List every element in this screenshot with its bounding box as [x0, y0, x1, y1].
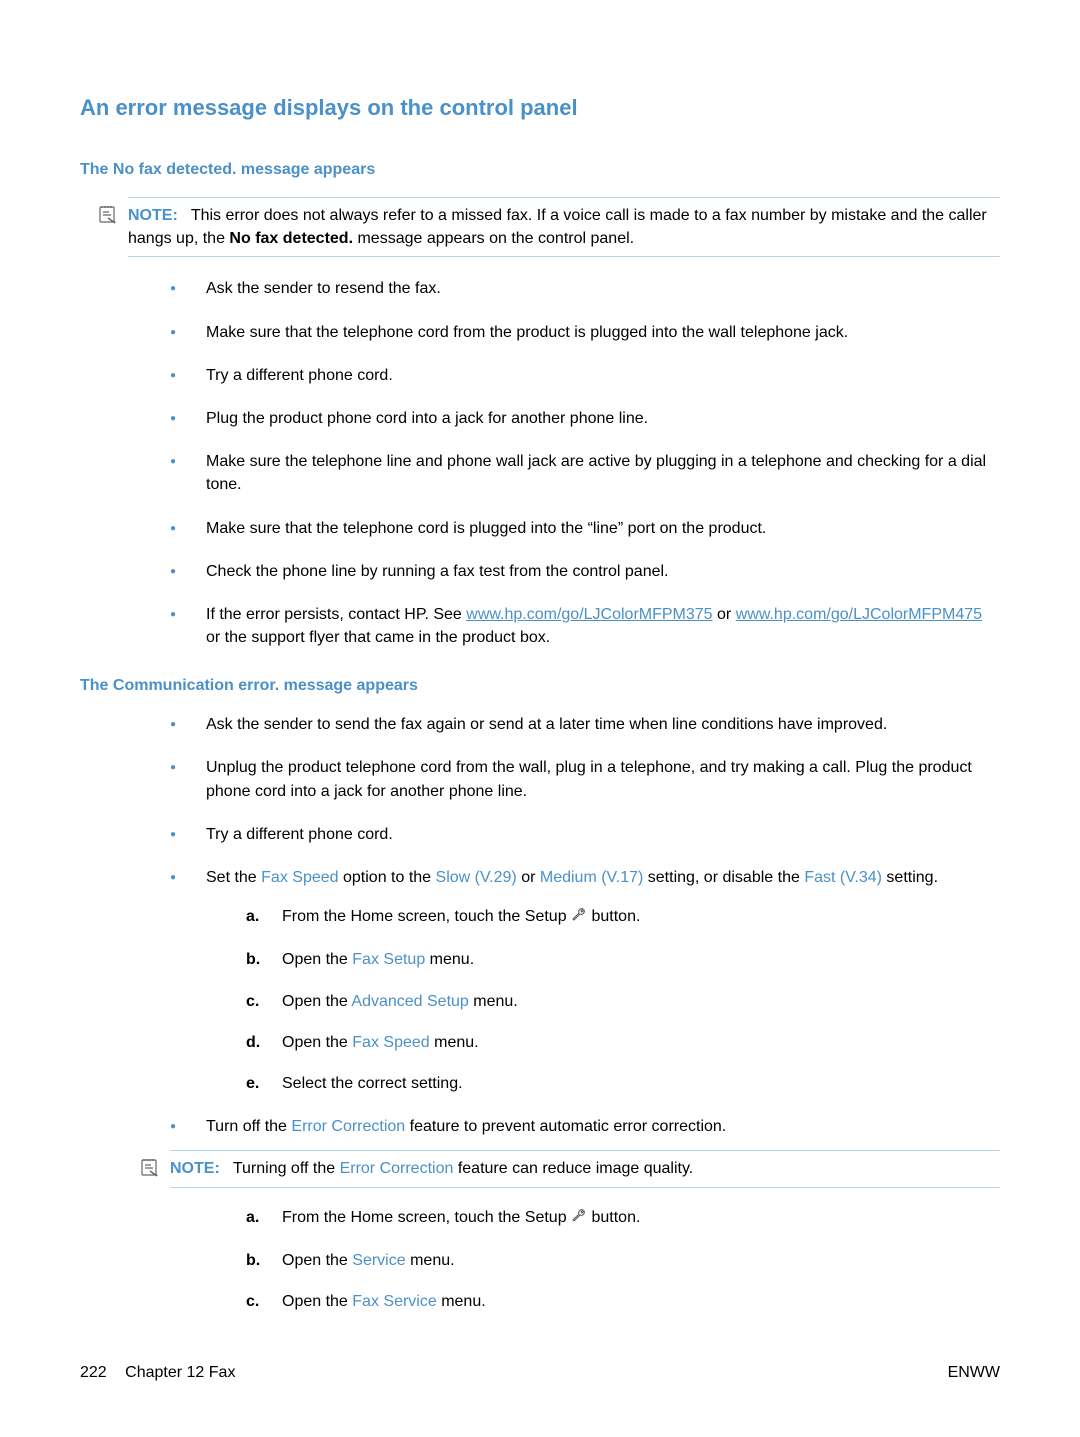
- step-item: c. Open the Fax Service menu.: [246, 1290, 1000, 1313]
- note-bold-term: No fax detected.: [229, 230, 353, 247]
- step-letter: b.: [246, 1249, 260, 1272]
- step-text: menu.: [437, 1293, 486, 1310]
- note-text-1: NOTE: This error does not always refer t…: [128, 204, 1000, 250]
- note-icon: [140, 1157, 160, 1182]
- list-text: setting.: [882, 869, 938, 886]
- list-item: Set the Fax Speed option to the Slow (V.…: [170, 866, 990, 1095]
- step-text: From the Home screen, touch the Setup: [282, 1209, 571, 1226]
- step-letter: d.: [246, 1031, 260, 1054]
- bullet-list-2: Ask the sender to send the fax again or …: [170, 713, 990, 1138]
- list-item: Make sure the telephone line and phone w…: [170, 450, 990, 496]
- list-text: If the error persists, contact HP. See: [206, 606, 466, 623]
- note-text-post: feature can reduce image quality.: [453, 1160, 693, 1177]
- note-text-2: NOTE: Turning off the Error Correction f…: [170, 1157, 1000, 1180]
- list-item: If the error persists, contact HP. See w…: [170, 603, 990, 649]
- list-text: or: [713, 606, 736, 623]
- note-label: NOTE:: [170, 1160, 220, 1177]
- term-error-correction: Error Correction: [340, 1160, 454, 1177]
- list-item: Try a different phone cord.: [170, 823, 990, 846]
- link-m375[interactable]: www.hp.com/go/LJColorMFPM375: [466, 606, 712, 623]
- list-item: Turn off the Error Correction feature to…: [170, 1115, 990, 1138]
- list-item: Try a different phone cord.: [170, 364, 990, 387]
- list-item: Ask the sender to resend the fax.: [170, 277, 990, 300]
- bullet-list-1: Ask the sender to resend the fax. Make s…: [170, 277, 990, 649]
- step-item: a.From the Home screen, touch the Setup …: [246, 1206, 1000, 1231]
- page-footer: 222 Chapter 12 Fax ENWW: [80, 1364, 1000, 1382]
- chapter-label: Chapter 12 Fax: [125, 1364, 235, 1381]
- step-letter: c.: [246, 1290, 259, 1313]
- footer-left: 222 Chapter 12 Fax: [80, 1364, 249, 1382]
- step-letter: e.: [246, 1072, 259, 1095]
- page-number: 222: [80, 1364, 107, 1381]
- step-item: c. Open the Advanced Setup menu.: [246, 990, 990, 1013]
- page-heading: An error message displays on the control…: [80, 95, 1000, 121]
- step-text: Open the: [282, 1293, 352, 1310]
- term-fax-service: Fax Service: [352, 1293, 436, 1310]
- term-fast-v34: Fast (V.34): [804, 869, 882, 886]
- list-text: Set the: [206, 869, 261, 886]
- step-text: menu.: [425, 951, 474, 968]
- list-item: Check the phone line by running a fax te…: [170, 560, 990, 583]
- step-letter: b.: [246, 948, 260, 971]
- step-text: button.: [587, 1209, 640, 1226]
- term-service: Service: [352, 1252, 405, 1269]
- step-text: Open the: [282, 951, 352, 968]
- term-fax-speed: Fax Speed: [352, 1034, 429, 1051]
- note-box-2: NOTE: Turning off the Error Correction f…: [170, 1150, 1000, 1187]
- step-text: menu.: [406, 1252, 455, 1269]
- step-text: menu.: [430, 1034, 479, 1051]
- term-fax-speed: Fax Speed: [261, 869, 338, 886]
- step-item: d. Open the Fax Speed menu.: [246, 1031, 990, 1054]
- note-text-pre: Turning off the: [233, 1160, 340, 1177]
- list-item: Unplug the product telephone cord from t…: [170, 756, 990, 802]
- step-text: From the Home screen, touch the Setup: [282, 908, 571, 925]
- step-text: menu.: [469, 993, 518, 1010]
- term-medium-v17: Medium (V.17): [540, 869, 643, 886]
- term-fax-setup: Fax Setup: [352, 951, 425, 968]
- list-text: feature to prevent automatic error corre…: [405, 1118, 726, 1135]
- step-text: Select the correct setting.: [282, 1075, 463, 1092]
- term-error-correction: Error Correction: [291, 1118, 405, 1135]
- step-text: Open the: [282, 1252, 352, 1269]
- steps-list-1: a.From the Home screen, touch the Setup …: [246, 905, 990, 1095]
- footer-right: ENWW: [948, 1364, 1000, 1382]
- setup-wrench-icon: [571, 907, 587, 930]
- step-letter: a.: [246, 1206, 259, 1229]
- list-item: Ask the sender to send the fax again or …: [170, 713, 990, 736]
- step-item: b. Open the Fax Setup menu.: [246, 948, 990, 971]
- step-letter: a.: [246, 905, 259, 928]
- steps-list-2: a.From the Home screen, touch the Setup …: [246, 1206, 1000, 1314]
- list-text: Turn off the: [206, 1118, 291, 1135]
- term-slow-v29: Slow (V.29): [436, 869, 517, 886]
- list-text: or: [517, 869, 540, 886]
- step-letter: c.: [246, 990, 259, 1013]
- list-text: setting, or disable the: [643, 869, 804, 886]
- step-item: a.From the Home screen, touch the Setup …: [246, 905, 990, 930]
- list-text: or the support flyer that came in the pr…: [206, 629, 550, 646]
- note-box-1: NOTE: This error does not always refer t…: [128, 197, 1000, 257]
- section-title-communication-error: The Communication error. message appears: [80, 677, 1000, 695]
- term-advanced-setup: Advanced Setup: [351, 993, 468, 1010]
- note-text-post: message appears on the control panel.: [353, 230, 634, 247]
- step-item: b. Open the Service menu.: [246, 1249, 1000, 1272]
- note-icon: [98, 204, 118, 229]
- note-label: NOTE:: [128, 207, 178, 224]
- step-text: Open the: [282, 1034, 352, 1051]
- step-text: button.: [587, 908, 640, 925]
- list-item: Plug the product phone cord into a jack …: [170, 407, 990, 430]
- step-text: Open the: [282, 993, 351, 1010]
- link-m475-part2[interactable]: LJColorMFPM475: [853, 606, 982, 623]
- list-item: Make sure that the telephone cord from t…: [170, 321, 990, 344]
- setup-wrench-icon: [571, 1208, 587, 1231]
- section-title-no-fax-detected: The No fax detected. message appears: [80, 161, 1000, 179]
- list-text: option to the: [339, 869, 436, 886]
- list-item: Make sure that the telephone cord is plu…: [170, 517, 990, 540]
- link-m475-part1[interactable]: www.hp.com/go/: [736, 606, 853, 623]
- step-item: e. Select the correct setting.: [246, 1072, 990, 1095]
